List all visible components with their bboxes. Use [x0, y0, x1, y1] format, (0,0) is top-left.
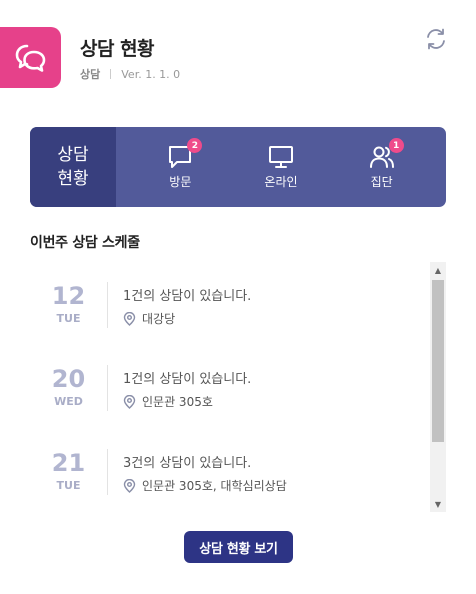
schedule-location: 인문관 305호, 대학심리상담	[123, 477, 287, 494]
scroll-down-icon[interactable]: ▼	[430, 496, 446, 512]
date-weekday: TUE	[56, 312, 81, 325]
status-main-line1: 상담	[57, 145, 89, 165]
schedule-count: 3건의 상담이 있습니다.	[123, 455, 287, 473]
date-column: 20 WED	[30, 345, 107, 408]
list-item[interactable]: 21 TUE 3건의 상담이 있습니다. 인문관 305호, 대학심리상담	[30, 429, 426, 512]
scroll-up-icon[interactable]: ▲	[430, 262, 446, 278]
status-item-label: 온라인	[264, 175, 298, 189]
status-item-online[interactable]: 온라인	[251, 144, 311, 190]
count-text: 건의 상담이 있습니다.	[131, 289, 252, 304]
badge-visit: 2	[187, 138, 203, 153]
status-summary-bar: 상담 현황 2 방문 온라인 1 집단	[30, 127, 446, 207]
status-main-line2: 현황	[57, 169, 89, 189]
divider	[107, 282, 108, 328]
location-pin-icon	[123, 478, 136, 493]
schedule-count: 1건의 상담이 있습니다.	[123, 371, 251, 389]
schedule-location: 인문관 305호	[123, 393, 251, 410]
list-item[interactable]: 20 WED 1건의 상담이 있습니다. 인문관 305호	[30, 345, 426, 429]
divider	[110, 69, 112, 79]
monitor-icon	[268, 146, 293, 168]
schedule-info: 1건의 상담이 있습니다. 대강당	[123, 288, 251, 327]
schedule-list: 12 TUE 1건의 상담이 있습니다. 대강당 20 WED 1건의 상담이 …	[30, 262, 446, 512]
location-label: 인문관 305호, 대학심리상담	[142, 479, 287, 493]
schedule-location: 대강당	[123, 310, 251, 327]
schedule-info: 3건의 상담이 있습니다. 인문관 305호, 대학심리상담	[123, 455, 287, 494]
app-name: 상담	[80, 68, 101, 81]
badge-group: 1	[388, 138, 404, 153]
divider	[107, 449, 108, 495]
count-text: 건의 상담이 있습니다.	[131, 456, 252, 471]
location-pin-icon	[123, 311, 136, 326]
app-subtitle: 상담 Ver. 1. 1. 0	[80, 66, 180, 82]
chat-bubbles-icon	[0, 27, 61, 88]
schedule-info: 1건의 상담이 있습니다. 인문관 305호	[123, 371, 251, 410]
count-text: 건의 상담이 있습니다.	[131, 372, 252, 387]
location-label: 대강당	[142, 312, 176, 326]
schedule-count: 1건의 상담이 있습니다.	[123, 288, 251, 306]
header: 상담 현황 상담 Ver. 1. 1. 0	[0, 0, 476, 110]
location-pin-icon	[123, 394, 136, 409]
page-title: 상담 현황	[80, 38, 155, 60]
location-label: 인문관 305호	[142, 395, 213, 409]
date-day: 12	[51, 282, 86, 310]
date-weekday: TUE	[56, 479, 81, 492]
view-status-button[interactable]: 상담 현황 보기	[184, 531, 293, 563]
date-day: 20	[51, 365, 86, 393]
status-item-group[interactable]: 1 집단	[352, 138, 412, 190]
date-column: 21 TUE	[30, 429, 107, 492]
scroll-thumb[interactable]	[432, 280, 444, 442]
date-weekday: WED	[54, 395, 83, 408]
status-item-label: 방문	[169, 175, 192, 189]
scrollbar[interactable]: ▲ ▼	[430, 262, 446, 512]
status-main-label: 상담 현황	[30, 127, 116, 207]
refresh-icon[interactable]	[424, 27, 448, 51]
status-item-label: 집단	[370, 175, 393, 189]
status-items: 2 방문 온라인 1 집단	[116, 127, 446, 207]
date-day: 21	[51, 449, 86, 477]
schedule-title: 이번주 상담 스케줄	[30, 235, 140, 251]
version-label: Ver. 1. 1. 0	[121, 67, 181, 81]
status-item-visit[interactable]: 2 방문	[150, 138, 210, 190]
list-item[interactable]: 12 TUE 1건의 상담이 있습니다. 대강당	[30, 262, 426, 346]
date-column: 12 TUE	[30, 262, 107, 325]
divider	[107, 365, 108, 411]
